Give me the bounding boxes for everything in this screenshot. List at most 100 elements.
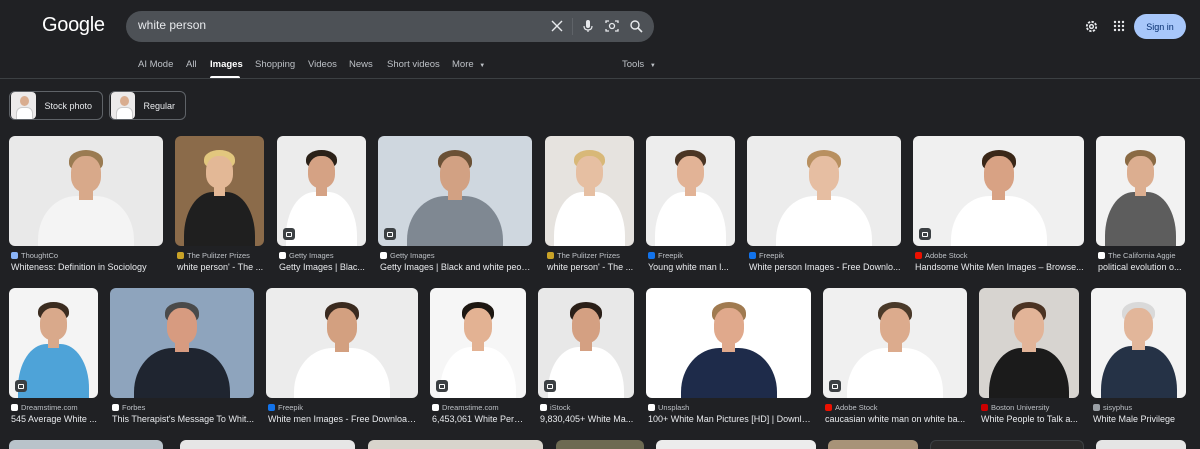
result-title[interactable]: political evolution o... bbox=[1098, 262, 1185, 272]
result-title[interactable]: White men Images - Free Download... bbox=[268, 414, 418, 424]
result-title[interactable]: Getty Images | Black and white peop... bbox=[380, 262, 532, 272]
image-result[interactable]: Dreamstime.com 545 Average White ... bbox=[9, 288, 98, 428]
result-source[interactable]: Freepik bbox=[749, 251, 901, 260]
image-result-thumbnail[interactable] bbox=[266, 288, 418, 398]
result-source[interactable]: Adobe Stock bbox=[915, 251, 1084, 260]
result-title[interactable]: Getty Images | Blac... bbox=[279, 262, 366, 272]
image-result-thumbnail[interactable] bbox=[378, 136, 532, 246]
tab-news[interactable]: News bbox=[349, 59, 373, 70]
result-title[interactable]: White People to Talk a... bbox=[981, 414, 1079, 424]
result-title[interactable]: white person' - The ... bbox=[547, 262, 634, 272]
result-source[interactable]: Freepik bbox=[648, 251, 735, 260]
image-result-thumbnail[interactable] bbox=[110, 288, 254, 398]
image-result-thumbnail[interactable] bbox=[175, 136, 264, 246]
settings-gear-icon[interactable] bbox=[1080, 15, 1102, 37]
image-result-thumbnail[interactable] bbox=[277, 136, 366, 246]
image-result-thumbnail[interactable] bbox=[747, 136, 901, 246]
image-result[interactable]: Getty Images Getty Images | Black and whi… bbox=[378, 136, 532, 276]
tab-images[interactable]: Images bbox=[210, 59, 243, 70]
result-source[interactable]: Getty Images bbox=[279, 251, 366, 260]
image-result[interactable]: Boston University White People to Talk a.… bbox=[979, 288, 1079, 428]
result-title[interactable]: caucasian white man on white ba... bbox=[825, 414, 967, 424]
result-source[interactable]: Unsplash bbox=[648, 403, 811, 412]
tools-button[interactable]: Tools ▼ bbox=[622, 59, 656, 70]
image-result-thumbnail[interactable] bbox=[556, 440, 644, 449]
chip-regular[interactable]: Regular bbox=[109, 91, 186, 120]
clear-icon[interactable] bbox=[547, 16, 567, 36]
result-title[interactable]: White person Images - Free Downlo... bbox=[749, 262, 901, 272]
result-title[interactable]: Handsome White Men Images – Browse... bbox=[915, 262, 1084, 272]
image-result-thumbnail[interactable] bbox=[9, 440, 163, 449]
image-result-thumbnail[interactable] bbox=[1096, 440, 1186, 449]
image-result[interactable]: Freepik White person Images - Free Downlo… bbox=[747, 136, 901, 276]
image-result-thumbnail[interactable] bbox=[656, 440, 816, 449]
result-source[interactable]: Dreamstime.com bbox=[432, 403, 526, 412]
result-title[interactable]: white person' - The ... bbox=[177, 262, 264, 272]
image-result-thumbnail[interactable] bbox=[1091, 288, 1186, 398]
image-result[interactable]: Adobe Stock caucasian white man on white … bbox=[823, 288, 967, 428]
image-result[interactable]: Dreamstime.com 6,453,061 White Pers... bbox=[430, 288, 526, 428]
image-result-thumbnail[interactable] bbox=[9, 288, 98, 398]
tab-all[interactable]: All bbox=[186, 59, 197, 70]
result-source[interactable]: The Pulitzer Prizes bbox=[177, 251, 264, 260]
image-result[interactable]: Getty Images Getty Images | Blac... bbox=[277, 136, 366, 276]
result-source[interactable]: sisyphus bbox=[1093, 403, 1186, 412]
image-result-thumbnail[interactable] bbox=[368, 440, 543, 449]
result-title[interactable]: Whiteness: Definition in Sociology bbox=[11, 262, 163, 272]
result-source[interactable]: Boston University bbox=[981, 403, 1079, 412]
image-result-thumbnail[interactable] bbox=[913, 136, 1084, 246]
image-result[interactable]: Adobe Stock Handsome White Men Images – B… bbox=[913, 136, 1084, 276]
image-result-thumbnail[interactable] bbox=[979, 288, 1079, 398]
result-source[interactable]: Dreamstime.com bbox=[11, 403, 98, 412]
result-title[interactable]: This Therapist's Message To Whit... bbox=[112, 414, 254, 424]
image-result[interactable]: The Pulitzer Prizes white person' - The .… bbox=[175, 136, 264, 276]
image-result-thumbnail[interactable] bbox=[545, 136, 634, 246]
tab-more[interactable]: More ▼ bbox=[452, 59, 485, 70]
image-result[interactable]: Freepik White men Images - Free Download.… bbox=[266, 288, 418, 428]
result-title[interactable]: Young white man l... bbox=[648, 262, 735, 272]
tab-videos[interactable]: Videos bbox=[308, 59, 337, 70]
image-result[interactable]: ThoughtCo Whiteness: Definition in Sociol… bbox=[9, 136, 163, 276]
result-source[interactable]: Adobe Stock bbox=[825, 403, 967, 412]
image-result-thumbnail[interactable] bbox=[646, 288, 811, 398]
result-title[interactable]: 100+ White Man Pictures [HD] | Downlo... bbox=[648, 414, 811, 424]
microphone-icon[interactable] bbox=[578, 16, 598, 36]
image-result[interactable]: Unsplash 100+ White Man Pictures [HD] | D… bbox=[646, 288, 811, 428]
result-source[interactable]: The California Aggie bbox=[1098, 251, 1185, 260]
result-title[interactable]: 9,830,405+ White Ma... bbox=[540, 414, 634, 424]
result-source[interactable]: The Pulitzer Prizes bbox=[547, 251, 634, 260]
result-source[interactable]: Freepik bbox=[268, 403, 418, 412]
image-result[interactable]: The Pulitzer Prizes white person' - The .… bbox=[545, 136, 634, 276]
image-result-thumbnail[interactable] bbox=[9, 136, 163, 246]
chip-stock-photo[interactable]: Stock photo bbox=[9, 91, 103, 120]
sign-in-button[interactable]: Sign in bbox=[1134, 14, 1186, 39]
apps-grid-icon[interactable] bbox=[1108, 15, 1130, 37]
result-title[interactable]: 545 Average White ... bbox=[11, 414, 98, 424]
image-result-thumbnail[interactable] bbox=[430, 288, 526, 398]
result-source[interactable]: ThoughtCo bbox=[11, 251, 163, 260]
result-title[interactable]: 6,453,061 White Pers... bbox=[432, 414, 526, 424]
camera-lens-icon[interactable] bbox=[602, 16, 622, 36]
tab-short-videos[interactable]: Short videos bbox=[387, 59, 440, 70]
tab-ai-mode[interactable]: AI Mode bbox=[138, 59, 173, 70]
image-result-thumbnail[interactable] bbox=[823, 288, 967, 398]
result-title[interactable]: White Male Privilege bbox=[1093, 414, 1186, 424]
image-result-thumbnail[interactable] bbox=[538, 288, 634, 398]
image-result-thumbnail[interactable] bbox=[646, 136, 735, 246]
search-icon[interactable] bbox=[626, 16, 646, 36]
image-result-thumbnail[interactable] bbox=[1096, 136, 1185, 246]
image-result[interactable]: The California Aggie political evolution … bbox=[1096, 136, 1185, 276]
result-source[interactable]: Getty Images bbox=[380, 251, 532, 260]
image-result-thumbnail[interactable] bbox=[930, 440, 1084, 449]
image-result[interactable]: sisyphus White Male Privilege bbox=[1091, 288, 1186, 428]
image-result[interactable]: Freepik Young white man l... bbox=[646, 136, 735, 276]
image-result[interactable]: iStock 9,830,405+ White Ma... bbox=[538, 288, 634, 428]
tab-shopping[interactable]: Shopping bbox=[255, 59, 295, 70]
search-input[interactable]: white person bbox=[138, 18, 206, 32]
image-result-thumbnail[interactable] bbox=[828, 440, 918, 449]
result-source[interactable]: iStock bbox=[540, 403, 634, 412]
image-result[interactable]: Forbes This Therapist's Message To Whit..… bbox=[110, 288, 254, 428]
image-result-thumbnail[interactable] bbox=[180, 440, 355, 449]
google-logo[interactable]: Google bbox=[42, 14, 105, 37]
result-source[interactable]: Forbes bbox=[112, 403, 254, 412]
